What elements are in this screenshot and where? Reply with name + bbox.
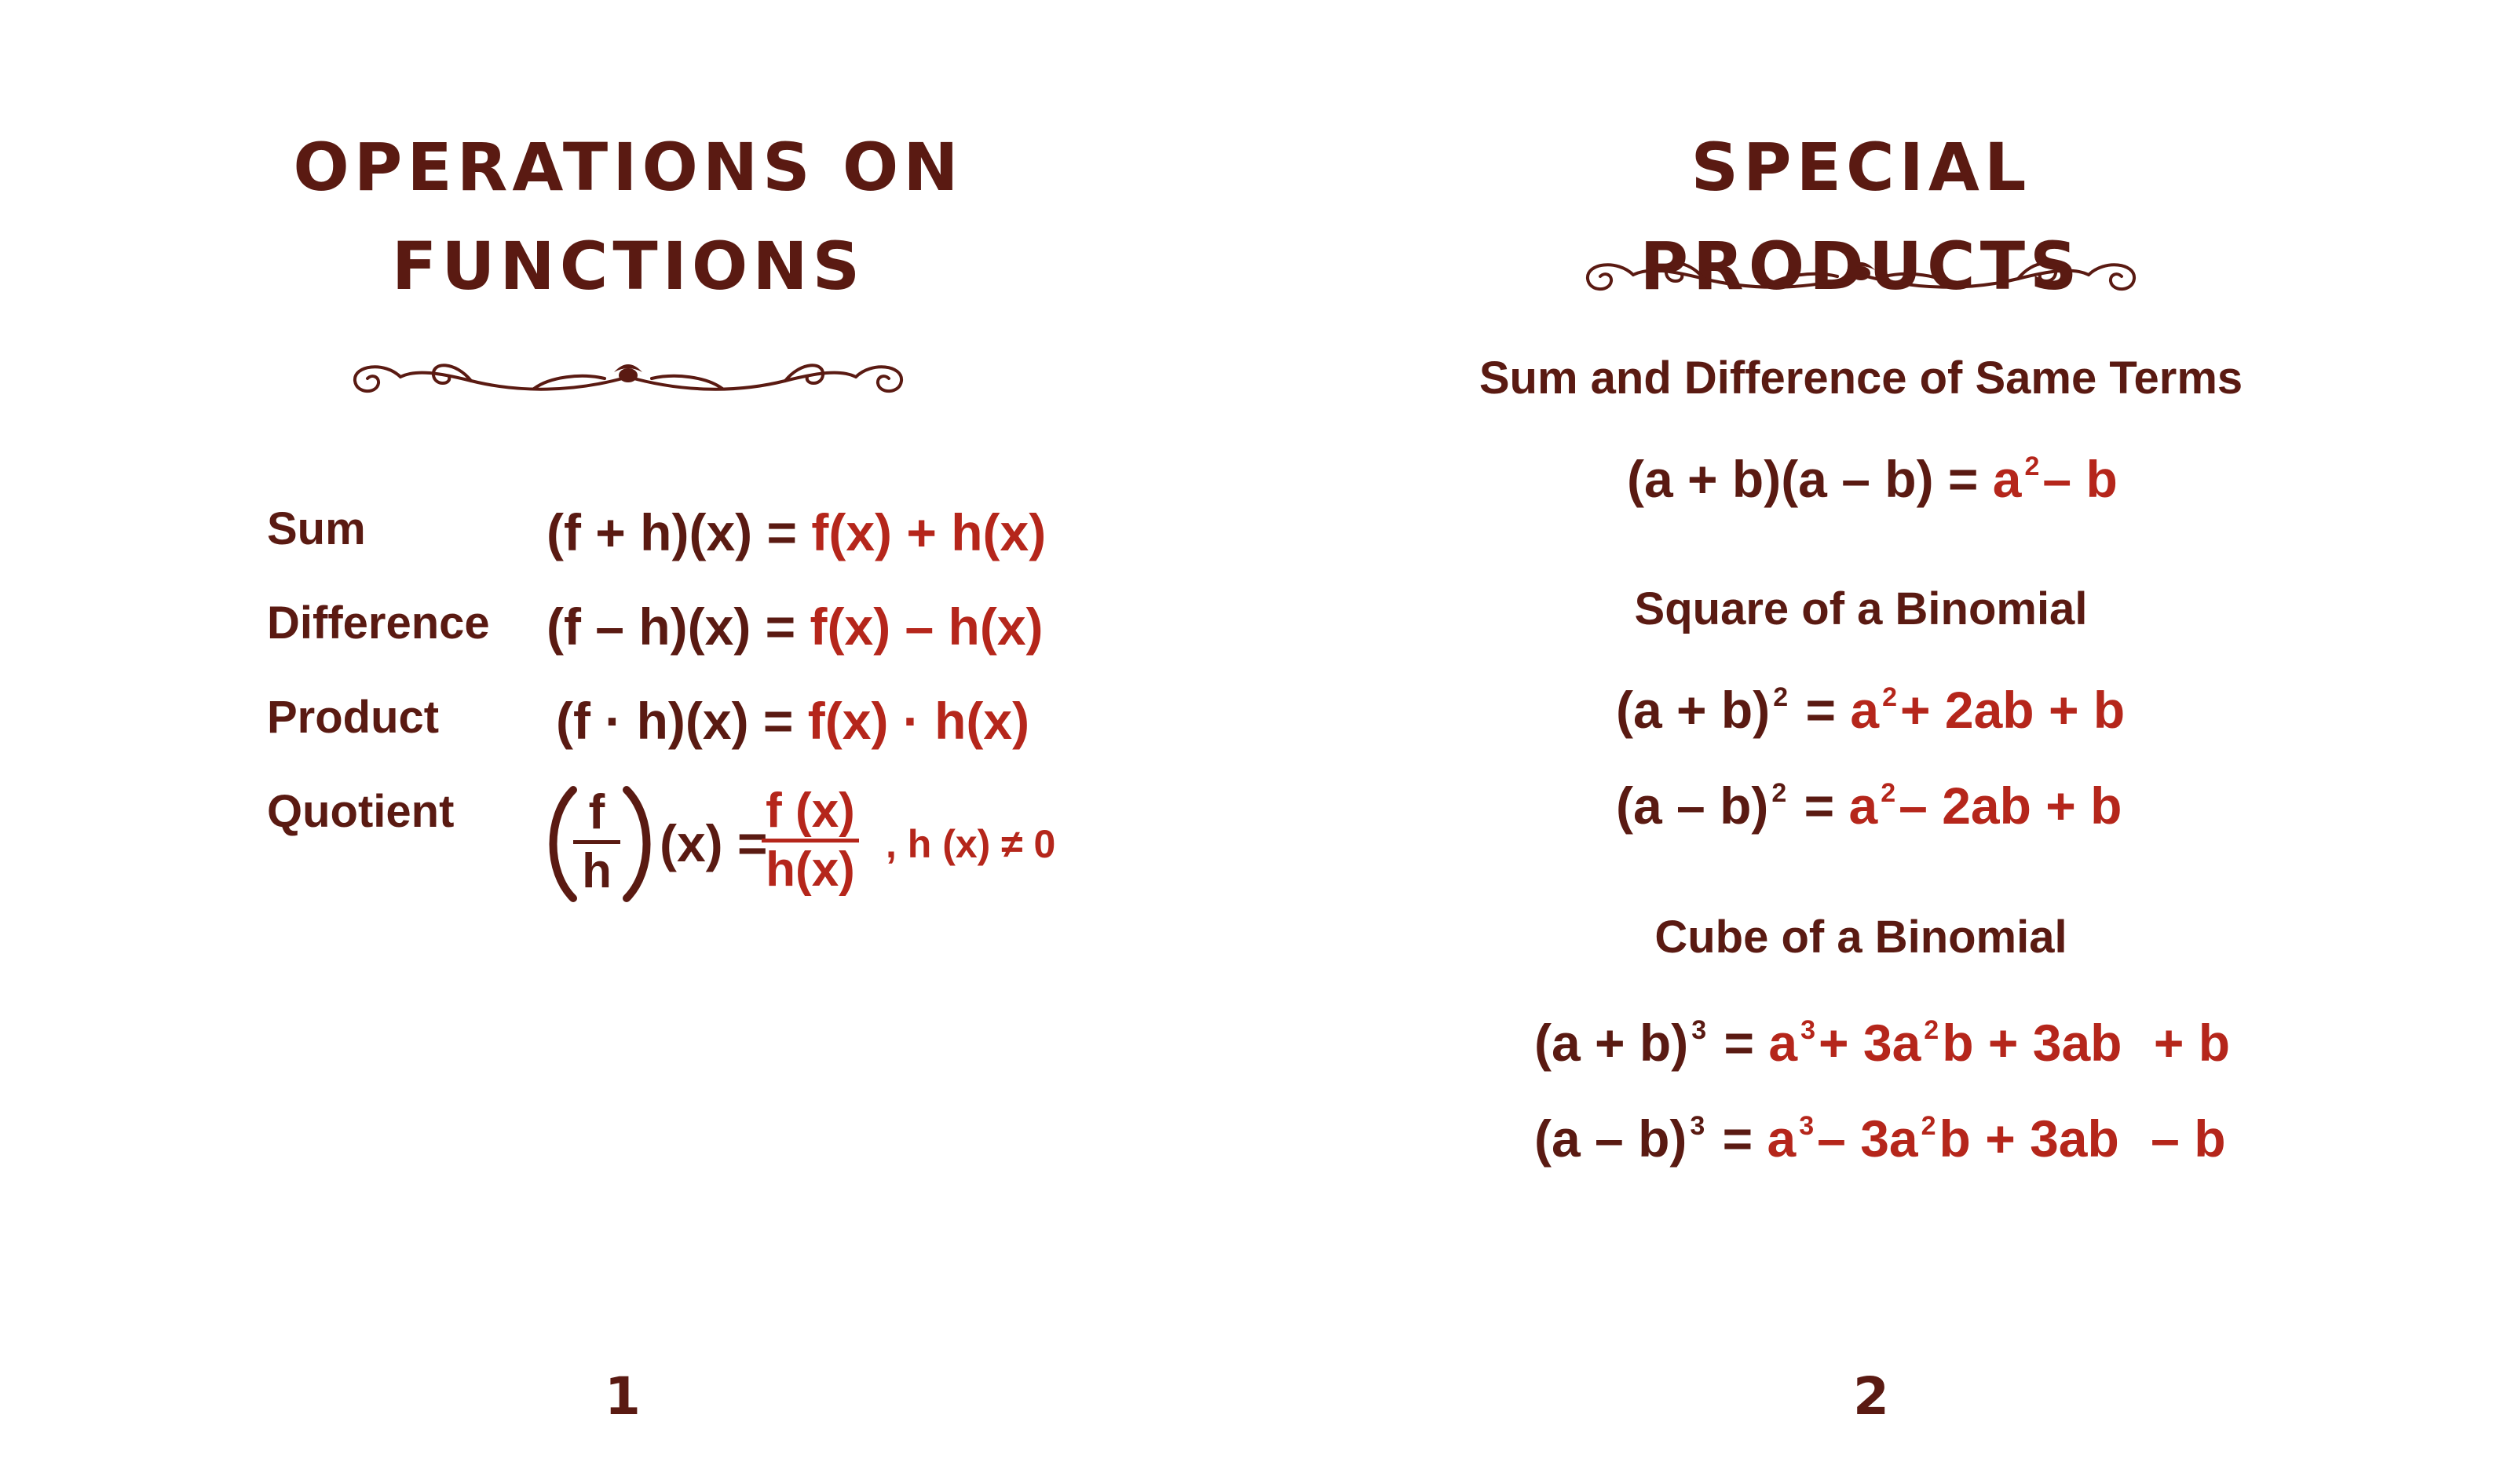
heading-square-of-binomial: Square of a Binomial (1634, 583, 2088, 634)
equation-sum-difference-a: a (1992, 450, 2022, 508)
equation-cube-minus-exp-left: 3 (1690, 1111, 1705, 1141)
fraction-fx-over-hx-denominator: h(x) (766, 843, 855, 897)
equation-square-plus-exp-left: 2 (1773, 682, 1789, 712)
equation-sum-lhs: (f + h)(x) = (546, 503, 798, 561)
equation-cube-minus-term2a: – 3a (1817, 1109, 1918, 1168)
equation-square-minus-a: a (1848, 777, 1878, 835)
fraction-fx-over-hx-numerator: f (x) (766, 784, 855, 838)
page1-title-line2: FUNCTIONS (391, 228, 865, 305)
equation-cube-plus-lhs: (a + b) (1534, 1014, 1689, 1072)
equation-square-plus-a: a (1850, 681, 1880, 739)
equation-square-minus: (a – b) 2 = a 2– 2ab + b (1616, 776, 2122, 835)
label-quotient: Quotient (267, 786, 455, 837)
equation-product-lhs: (f · h)(x) = (556, 692, 794, 750)
right-paren-large (623, 786, 651, 902)
equation-sum-rhs: f(x) + h(x) (811, 503, 1047, 561)
equation-cube-plus-term2b: b + 3ab (1942, 1014, 2122, 1072)
label-sum: Sum (267, 503, 366, 554)
page-number-1: 1 (605, 1366, 641, 1427)
equation-cube-plus-exp2: 2 (1924, 1015, 1939, 1045)
equation-square-plus-exp: 2 (1882, 682, 1897, 712)
equation-difference-lhs: (f – h)(x) = (546, 598, 796, 656)
equation-square-minus-exp: 2 (1881, 778, 1896, 808)
label-difference: Difference (267, 598, 490, 649)
equation-cube-minus-eq: = (1722, 1109, 1753, 1168)
equation-sum-difference-lhs: (a + b)(a – b) = (1627, 450, 1979, 508)
fraction-f-over-h: f h (573, 785, 620, 899)
equation-square-plus: (a + b) 2 = a 2+ 2ab + b (1616, 680, 2125, 740)
equation-square-minus-rest: – 2ab + b (1899, 777, 2122, 835)
quotient-condition: , h (x) ≠ 0 (886, 822, 1056, 866)
equation-product-rhs: f(x) · h(x) (807, 692, 1030, 750)
equation-cube-plus-exp: 3 (1800, 1015, 1815, 1045)
equation-square-minus-lhs: (a – b) (1616, 777, 1769, 835)
equation-cube-minus-exp2: 2 (1921, 1111, 1936, 1141)
equation-difference-rhs: f(x) – h(x) (810, 598, 1044, 656)
equation-sum-difference-rest: – b (2042, 450, 2118, 508)
equation-product: (f · h)(x) = f(x) · h(x) (556, 691, 1029, 751)
equation-cube-plus-eq: = (1724, 1014, 1755, 1072)
equation-cube-plus-a: a (1768, 1014, 1798, 1072)
equation-cube-plus-exp-left: 3 (1691, 1015, 1707, 1045)
quotient-mid: (x) = (660, 814, 768, 872)
heading-cube-of-binomial: Cube of a Binomial (1654, 912, 2067, 963)
equation-sum-difference-exp: 2 (2024, 451, 2040, 481)
equation-difference: (f – h)(x) = f(x) – h(x) (546, 597, 1044, 656)
equation-cube-plus-rest: + b (2153, 1014, 2231, 1072)
equation-cube-minus: (a – b) 3 = a 3– 3a 2b + 3ab – b (1534, 1109, 2226, 1168)
equation-cube-minus-lhs: (a – b) (1534, 1109, 1687, 1168)
equation-cube-plus-term2a: + 3a (1819, 1014, 1921, 1072)
heading-sum-and-difference: Sum and Difference of Same Terms (1479, 353, 2243, 404)
page2-ornament-divider (1586, 261, 2136, 291)
page-number-2: 2 (1853, 1366, 1889, 1427)
equation-sum-difference: (a + b)(a – b) = a 2– b (1627, 449, 2118, 509)
fraction-f-over-h-denominator: h (582, 844, 612, 898)
equation-cube-minus-a: a (1767, 1109, 1797, 1168)
equation-square-minus-eq: = (1804, 777, 1835, 835)
fraction-fx-over-hx: f (x) h(x) (762, 784, 859, 897)
equation-sum: (f + h)(x) = f(x) + h(x) (546, 503, 1046, 562)
equation-cube-minus-rest: – b (2151, 1109, 2226, 1168)
page1-ornament-divider (353, 364, 903, 393)
equation-square-plus-rest: + 2ab + b (1900, 681, 2126, 739)
equation-square-plus-eq: = (1805, 681, 1837, 739)
label-product: Product (267, 692, 440, 743)
fraction-f-over-h-numerator: f (588, 785, 605, 839)
equation-square-minus-exp-left: 2 (1771, 778, 1787, 808)
equation-cube-plus: (a + b) 3 = a 3+ 3a 2b + 3ab + b (1534, 1013, 2230, 1073)
equation-cube-minus-exp: 3 (1799, 1111, 1815, 1141)
equation-square-plus-lhs: (a + b) (1616, 681, 1771, 739)
equation-cube-minus-term2b: b + 3ab (1939, 1109, 2119, 1168)
page1-title-line1: OPERATIONS ON (293, 129, 963, 206)
